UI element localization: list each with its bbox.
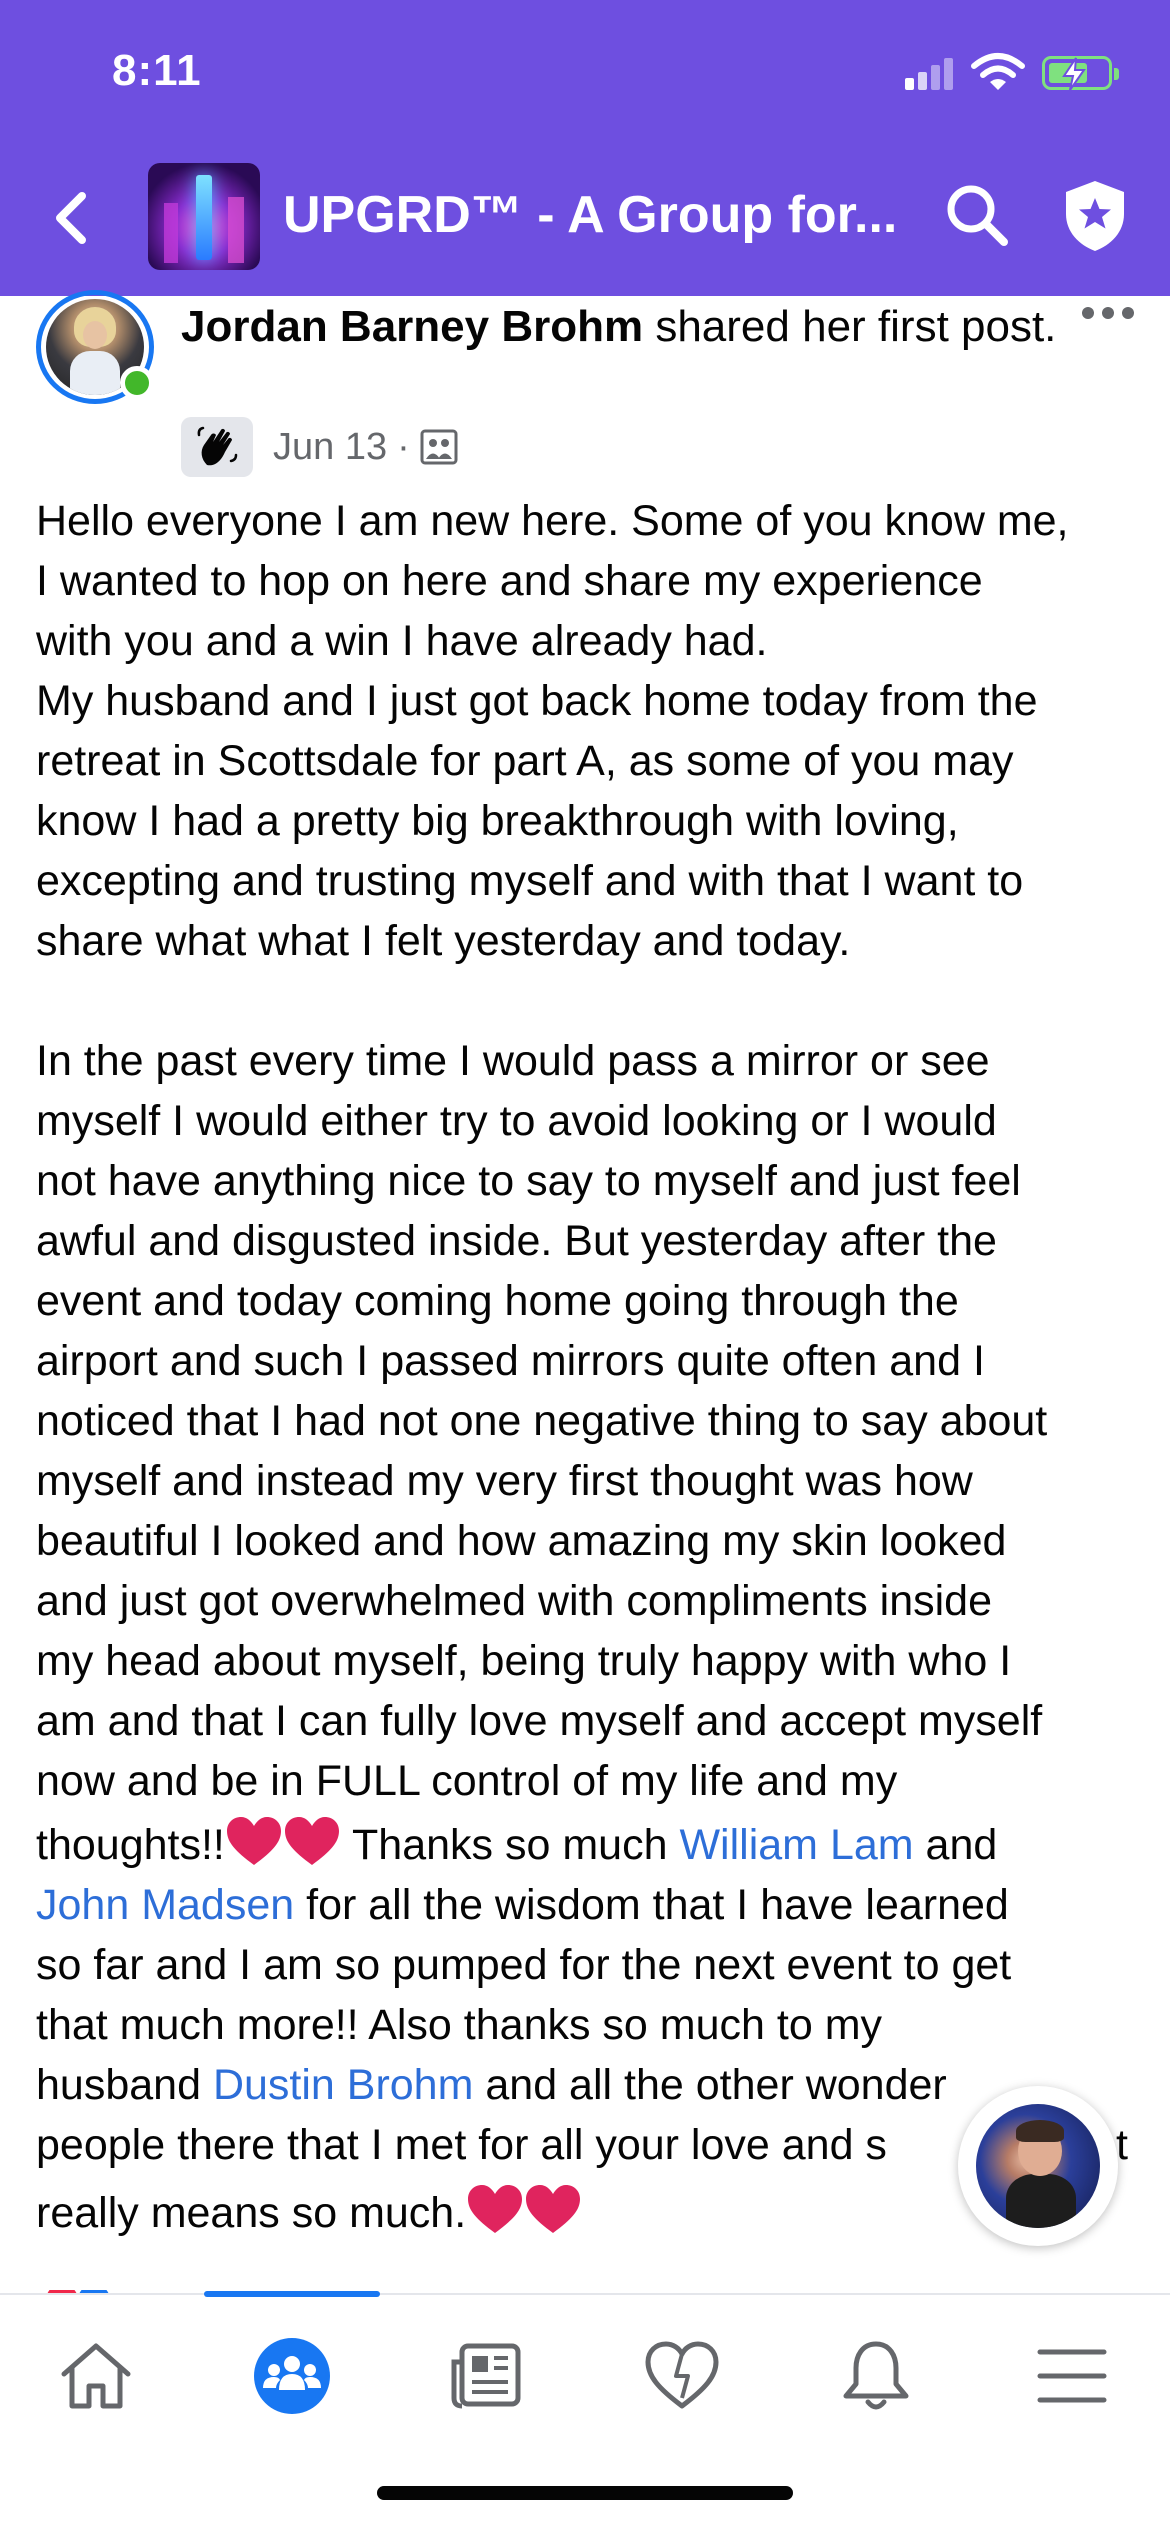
post-line: My husband and I just got back home toda…: [36, 677, 1038, 725]
post-line: noticed that I had not one negative thin…: [36, 1397, 1048, 1445]
post-line: myself I would either try to avoid looki…: [36, 1097, 997, 1145]
groups-icon: [254, 2338, 330, 2414]
post-text-fragment: thoughts!!: [36, 1821, 225, 1869]
group-cover-thumbnail[interactable]: [148, 163, 260, 270]
post-line: and just got overwhelmed with compliment…: [36, 1577, 993, 1625]
post-date[interactable]: Jun 13: [273, 426, 387, 469]
post-line: myself and instead my very first thought…: [36, 1457, 973, 1505]
post-text: Hello everyone I am new here. Some of yo…: [36, 491, 1146, 2243]
news-feed-icon: [451, 2343, 521, 2409]
post-line: know I had a pretty big breakthrough wit…: [36, 797, 959, 845]
shield-star-icon: [1066, 181, 1124, 251]
new-member-badge[interactable]: [181, 417, 253, 477]
online-status-indicator: [120, 366, 154, 400]
mention-link[interactable]: William Lam: [679, 1821, 913, 1869]
post-line: John Madsen for all the wisdom that I ha…: [36, 1875, 1146, 1935]
back-button[interactable]: [48, 188, 98, 248]
post-text-fragment: really means so much.: [36, 2189, 467, 2237]
post-line: that much more!! Also thanks so much to …: [36, 2001, 883, 2049]
post-line: share what what I felt yesterday and tod…: [36, 917, 851, 965]
mention-link[interactable]: Dustin Brohm: [213, 2061, 473, 2109]
post-text-fragment: people there that I met for all your lov…: [36, 2121, 887, 2169]
post-line: am and that I can fully love myself and …: [36, 1697, 1043, 1745]
post-line: with you and a win I have already had.: [36, 617, 768, 665]
post-line: not have anything nice to say to myself …: [36, 1157, 1021, 1205]
battery-icon: [1042, 56, 1119, 91]
post-line: In the past every time I would pass a mi…: [36, 1037, 990, 1085]
wifi-icon: [971, 53, 1025, 90]
post-text-fragment: husband: [36, 2061, 213, 2109]
post-line: thoughts!! Thanks so much William Lam an…: [36, 1815, 1146, 1875]
post-text-fragment: and all the other wonder: [473, 2061, 947, 2109]
meta-separator: ·: [397, 425, 410, 468]
admin-tools-button[interactable]: [1060, 178, 1130, 254]
post-line: so far and I am so pumped for the next e…: [36, 1941, 1012, 1989]
red-heart-icon: [468, 2185, 523, 2233]
tab-notifications[interactable]: [826, 2331, 926, 2421]
post-line: now and be in FULL control of my life an…: [36, 1757, 898, 1805]
home-icon: [61, 2343, 131, 2409]
tab-groups[interactable]: [242, 2331, 342, 2421]
status-time: 8:11: [112, 46, 202, 95]
chevron-left-icon: [56, 192, 86, 244]
search-icon: [947, 185, 1008, 246]
group-title[interactable]: UPGRD™ - A Group for...: [283, 185, 897, 245]
post-author-line: Jordan Barney Brohm shared her first pos…: [181, 297, 1061, 356]
mention-link[interactable]: John Madsen: [36, 1881, 294, 1929]
red-heart-icon: [284, 1817, 339, 1865]
members-icon: [420, 429, 458, 465]
author-name[interactable]: Jordan Barney Brohm: [181, 302, 643, 351]
dating-heart-icon: [645, 2341, 719, 2409]
post-line: excepting and trusting myself and with t…: [36, 857, 1024, 905]
post-line: husband Dustin Brohm and all the other w…: [36, 2055, 1146, 2115]
post-meta: Jun 13 ·: [181, 417, 458, 477]
post-options-button[interactable]: [1082, 303, 1138, 323]
post-line: beautiful I looked and how amazing my sk…: [36, 1517, 1007, 1565]
post-line: awful and disgusted inside. But yesterda…: [36, 1217, 997, 1265]
search-button[interactable]: [944, 182, 1010, 248]
tab-menu[interactable]: [1022, 2331, 1122, 2421]
post-text-fragment: for all the wisdom that I have learned: [294, 1881, 1009, 1929]
app-header: 8:11 UPGRD™ - A Group for...: [0, 0, 1170, 296]
post-text-fragment: Thanks so much: [340, 1821, 680, 1869]
post-line: event and today coming home going throug…: [36, 1277, 959, 1325]
post-line: my head about myself, being truly happy …: [36, 1637, 1012, 1685]
author-avatar[interactable]: [36, 290, 158, 406]
tab-news-feed[interactable]: [436, 2331, 536, 2421]
post-action-text: shared her first post.: [643, 302, 1057, 351]
red-heart-icon: [226, 1817, 281, 1865]
tab-dating[interactable]: [632, 2331, 732, 2421]
bell-icon: [843, 2341, 909, 2410]
post-line: Hello everyone I am new here. Some of yo…: [36, 497, 1069, 545]
active-tab-indicator: [204, 2291, 380, 2297]
red-heart-icon: [526, 2185, 581, 2233]
home-indicator[interactable]: [377, 2486, 793, 2500]
cellular-signal-icon: [905, 56, 955, 90]
post-line: retreat in Scottsdale for part A, as som…: [36, 737, 1014, 785]
post-line: airport and such I passed mirrors quite …: [36, 1337, 985, 1385]
menu-icon: [1037, 2349, 1107, 2403]
post-line: I wanted to hop on here and share my exp…: [36, 557, 983, 605]
waving-hand-icon: [197, 426, 238, 466]
tab-home[interactable]: [46, 2331, 146, 2421]
post-text-fragment: and: [913, 1821, 998, 1869]
chat-head-avatar[interactable]: [958, 2086, 1118, 2246]
